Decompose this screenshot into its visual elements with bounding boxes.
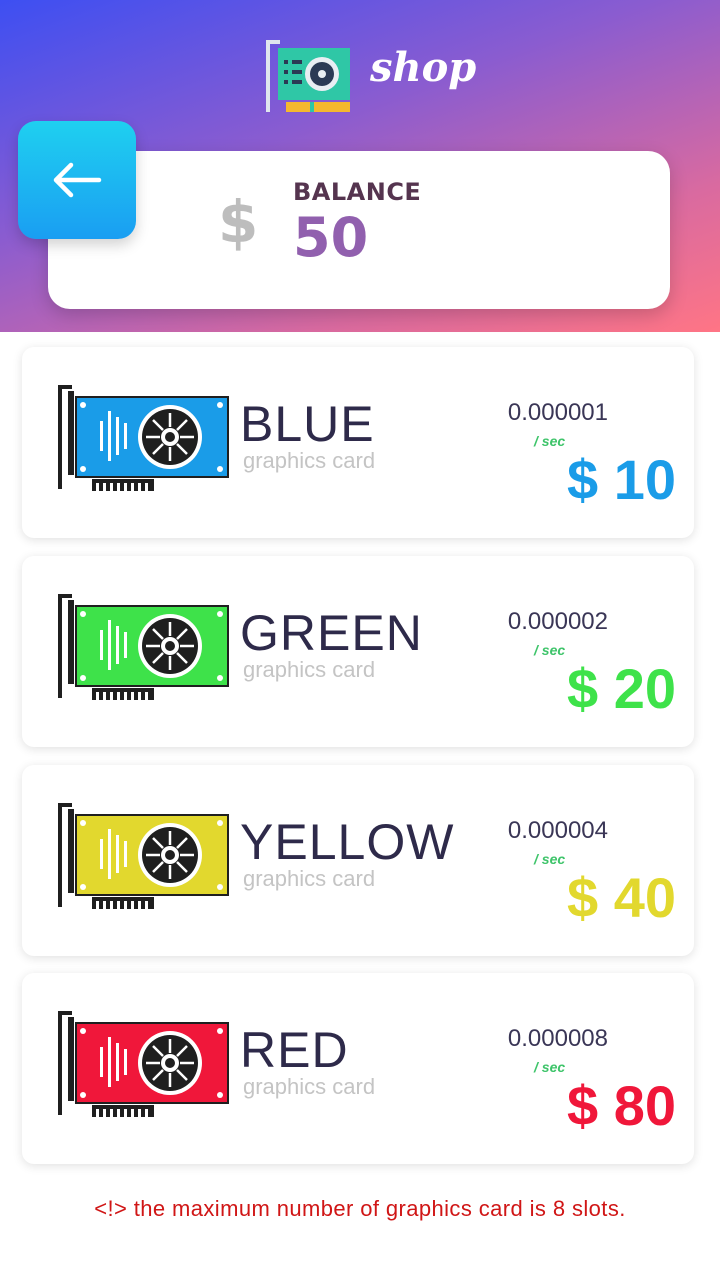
mining-rate: 0.000001 xyxy=(507,399,608,426)
dollar-icon: $ xyxy=(218,188,259,256)
card-subtitle: graphics card xyxy=(243,1074,376,1099)
product-card-blue[interactable]: BLUE graphics card 0.000001 / sec $ 10 xyxy=(22,347,694,538)
page-title: shop xyxy=(370,44,477,91)
card-name: BLUE xyxy=(240,396,375,452)
balance-value: 50 xyxy=(293,206,369,269)
balance-label: BALANCE xyxy=(293,178,422,206)
mining-rate: 0.000008 xyxy=(507,1025,608,1052)
card-subtitle: graphics card xyxy=(243,866,376,891)
mining-rate: 0.000002 xyxy=(507,608,608,635)
slot-limit-note: <!> the maximum number of graphics card … xyxy=(94,1196,626,1221)
graphics-card-icon xyxy=(58,803,229,909)
card-name: GREEN xyxy=(240,605,423,661)
graphics-card-icon xyxy=(58,594,229,700)
graphics-card-icon xyxy=(58,385,229,491)
arrow-left-icon xyxy=(53,162,102,198)
card-subtitle: graphics card xyxy=(243,448,376,473)
graphics-card-icon xyxy=(58,1011,229,1117)
card-name: YELLOW xyxy=(240,814,455,870)
rate-unit: / sec xyxy=(534,433,566,449)
price-label[interactable]: $ 10 xyxy=(567,447,676,512)
price-label[interactable]: $ 40 xyxy=(567,865,676,930)
product-card-yellow[interactable]: YELLOW graphics card 0.000004 / sec $ 40 xyxy=(22,765,694,956)
price-label[interactable]: $ 80 xyxy=(567,1073,676,1138)
rate-unit: / sec xyxy=(534,851,566,867)
back-button[interactable] xyxy=(18,121,136,239)
rate-unit: / sec xyxy=(534,642,566,658)
card-subtitle: graphics card xyxy=(243,657,376,682)
graphics-card-logo-icon xyxy=(266,40,350,112)
mining-rate: 0.000004 xyxy=(507,817,608,844)
product-card-red[interactable]: RED graphics card 0.000008 / sec $ 80 xyxy=(22,973,694,1164)
card-name: RED xyxy=(240,1022,349,1078)
rate-unit: / sec xyxy=(534,1059,566,1075)
product-card-green[interactable]: GREEN graphics card 0.000002 / sec $ 20 xyxy=(22,556,694,747)
price-label[interactable]: $ 20 xyxy=(567,656,676,721)
